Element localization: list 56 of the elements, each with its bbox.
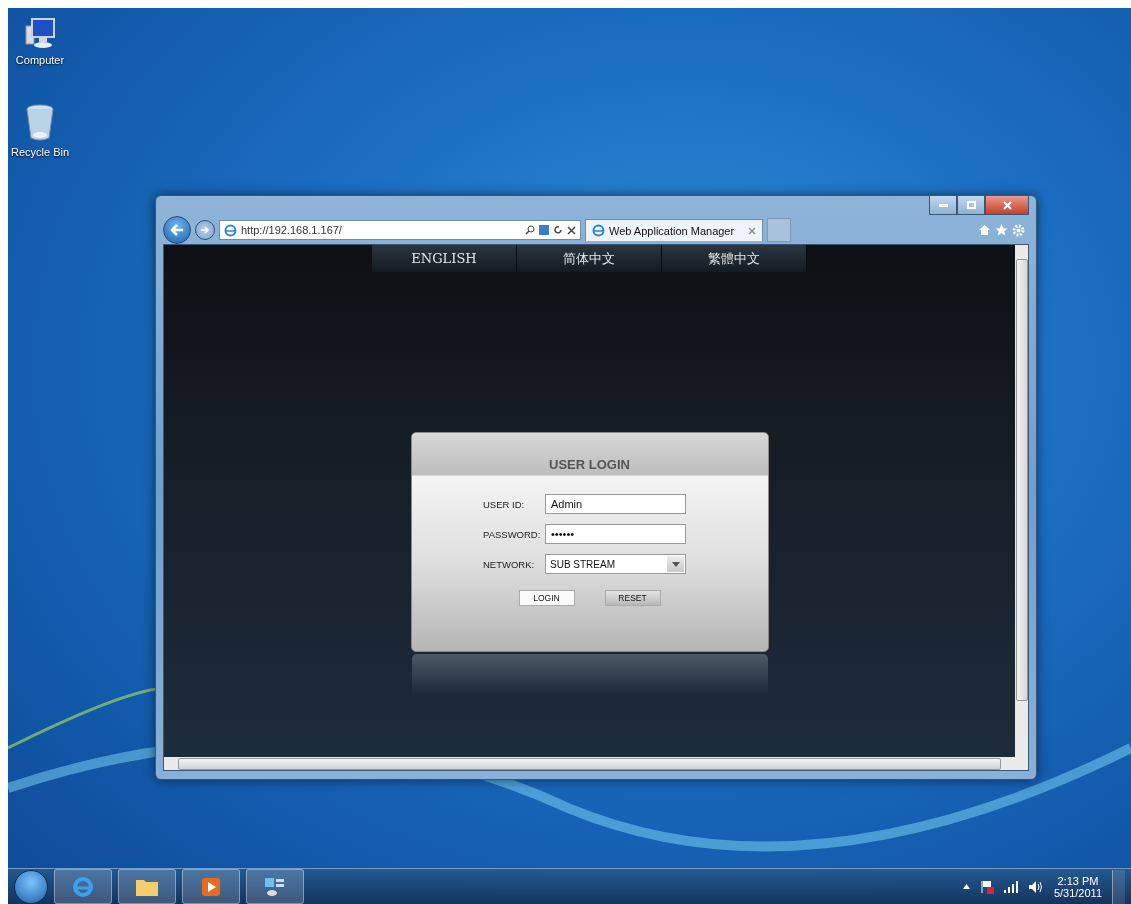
language-link[interactable]: 简体中文	[517, 245, 662, 272]
login-title: USER LOGIN	[549, 457, 630, 472]
forward-button[interactable]	[195, 220, 215, 240]
network-dropdown[interactable]: SUB STREAM	[545, 554, 686, 574]
play-icon	[202, 877, 220, 896]
desktop-shortcut[interactable]: Recycle Bin	[8, 104, 72, 158]
maximize-button[interactable]	[957, 196, 985, 215]
desktop-icon-label: Computer	[15, 54, 65, 66]
address-text: http://192.168.1.167/	[241, 224, 343, 236]
close-icon	[1002, 200, 1012, 210]
star-icon[interactable]	[995, 224, 1008, 236]
ie-page-icon	[224, 223, 237, 237]
dropdown-arrow-icon	[671, 561, 680, 567]
flag-icon[interactable]	[979, 879, 994, 894]
desktop-shortcut[interactable]: Computer	[8, 16, 72, 66]
stop-icon[interactable]	[567, 225, 576, 235]
control-panel-icon	[264, 876, 286, 897]
field-label: PASSWORD:	[483, 528, 542, 540]
clock-date: 5/31/2011	[1053, 886, 1102, 899]
ie-page-icon	[592, 224, 605, 237]
clock-time: 2:13 PM	[1057, 874, 1099, 887]
password-field[interactable]: ••••••	[545, 524, 686, 544]
forward-arrow-icon	[200, 226, 210, 234]
show-desktop-button[interactable]	[1112, 869, 1125, 904]
close-tab-icon[interactable]	[748, 226, 756, 235]
show-hidden-icons[interactable]	[962, 884, 970, 889]
language-link[interactable]: ENGLISH	[372, 245, 517, 272]
back-button[interactable]	[163, 216, 191, 244]
taskbar-button[interactable]	[182, 869, 240, 904]
browser-tab[interactable]: Web Application Manager	[585, 219, 763, 241]
user-id-field[interactable]: Admin	[545, 494, 686, 514]
ie-icon	[71, 874, 95, 899]
minimize-icon	[938, 203, 948, 207]
field-label: NETWORK:	[483, 558, 536, 570]
refresh-icon[interactable]	[553, 225, 563, 235]
field-label: USER ID:	[483, 498, 526, 510]
login-button[interactable]: LOGIN	[518, 590, 575, 606]
maximize-icon	[966, 201, 976, 209]
taskbar-button[interactable]	[54, 869, 112, 904]
taskbar-button[interactable]	[246, 869, 304, 904]
recycle-bin-icon	[25, 104, 55, 142]
signal-icon[interactable]	[1003, 880, 1018, 893]
close-button[interactable]	[985, 196, 1029, 215]
tab-title: Web Application Manager	[609, 224, 736, 237]
back-arrow-icon	[170, 224, 184, 236]
taskbar-button[interactable]	[118, 869, 176, 904]
minimize-button[interactable]	[929, 196, 957, 215]
speaker-icon[interactable]	[1027, 879, 1044, 894]
computer-icon	[23, 16, 57, 50]
desktop-icon-label: Recycle Bin	[10, 146, 70, 158]
reset-button[interactable]: RESET	[604, 590, 661, 606]
clock[interactable]: 2:13 PM 5/31/2011	[1053, 874, 1102, 899]
search-icon[interactable]	[525, 225, 535, 235]
address-bar[interactable]: http://192.168.1.167/	[219, 220, 581, 240]
start-button[interactable]	[14, 869, 48, 904]
language-link[interactable]: 繁體中文	[662, 245, 807, 272]
